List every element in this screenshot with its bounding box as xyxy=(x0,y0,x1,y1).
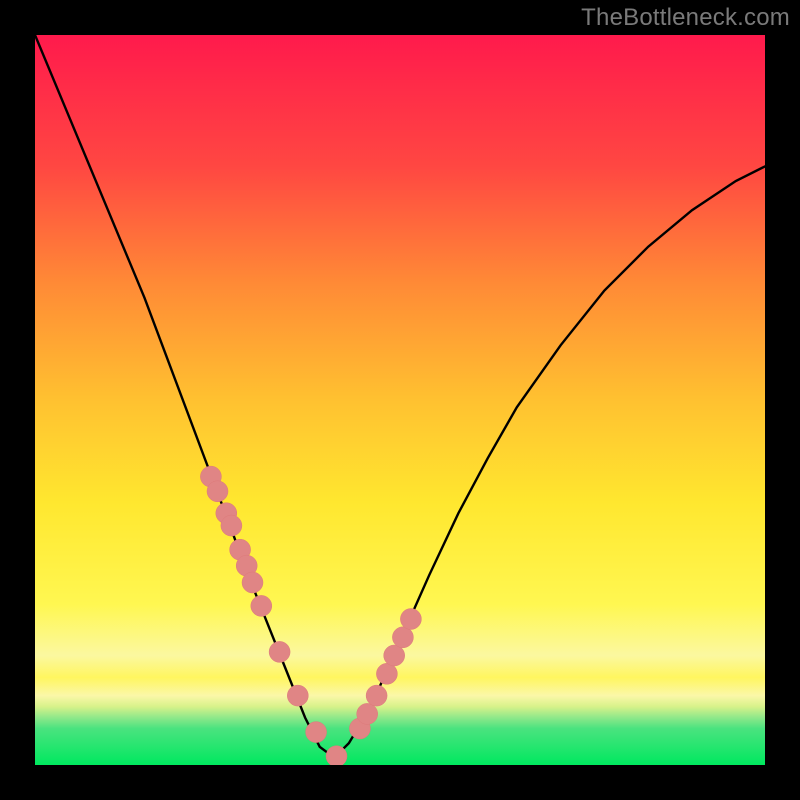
watermark-label: TheBottleneck.com xyxy=(581,4,790,32)
sample-point xyxy=(207,481,228,502)
sample-point xyxy=(287,685,308,706)
sample-point xyxy=(306,722,327,743)
sample-point xyxy=(376,663,397,684)
sample-point xyxy=(269,641,290,662)
sample-point xyxy=(366,685,387,706)
sample-point xyxy=(251,595,272,616)
sample-point xyxy=(400,609,421,630)
sample-point xyxy=(326,746,347,767)
sample-point xyxy=(221,515,242,536)
sample-point xyxy=(242,572,263,593)
sample-point xyxy=(384,645,405,666)
bottleneck-chart xyxy=(0,0,800,800)
sample-point xyxy=(357,703,378,724)
sample-point xyxy=(392,627,413,648)
